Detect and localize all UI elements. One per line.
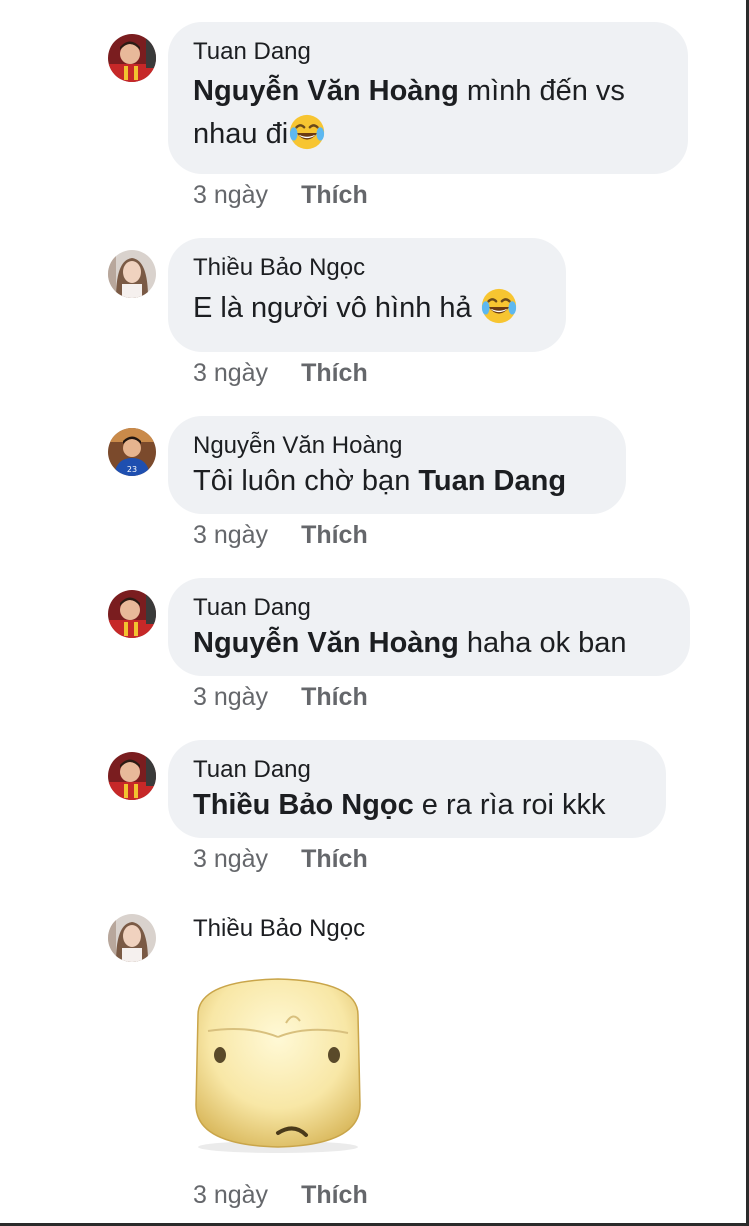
comment-author[interactable]: Tuan Dang	[193, 37, 663, 67]
comment-bubble: Tuan Dang Nguyễn Văn Hoàng haha ok ban	[168, 578, 690, 676]
avatar[interactable]	[108, 34, 156, 82]
comment-text-segment: e ra rìa roi kkk	[413, 789, 606, 821]
comment-meta: 3 ngày Thích	[193, 1180, 368, 1210]
like-button[interactable]: Thích	[301, 844, 368, 874]
avatar[interactable]	[108, 250, 156, 298]
comment-text: Nguyễn Văn Hoàng haha ok ban	[193, 623, 665, 663]
like-button[interactable]: Thích	[301, 358, 368, 388]
comment-text: Tôi luôn chờ bạn Tuan Dang	[193, 461, 601, 501]
mention-link[interactable]: Tuan Dang	[418, 465, 566, 497]
comment-meta: 3 ngày Thích	[193, 844, 368, 874]
comment-bubble: Nguyễn Văn Hoàng Tôi luôn chờ bạn Tuan D…	[168, 416, 626, 514]
avatar-photo-icon	[108, 752, 156, 800]
comment-author[interactable]: Thiều Bảo Ngọc	[193, 914, 365, 944]
comment-text: E là người vô hình hả	[193, 287, 541, 328]
comment-text-segment: Tôi luôn chờ bạn	[193, 465, 419, 497]
avatar-photo-icon: 23	[108, 428, 156, 476]
avatar-photo-icon	[108, 914, 156, 962]
avatar[interactable]: 23	[108, 428, 156, 476]
comment-meta: 3 ngày Thích	[193, 180, 368, 210]
comment-author[interactable]: Thiều Bảo Ngọc	[193, 253, 541, 283]
comment-author[interactable]: Tuan Dang	[193, 593, 665, 623]
mention-link[interactable]: Nguyễn Văn Hoàng	[193, 627, 459, 659]
avatar-photo-icon	[108, 250, 156, 298]
like-button[interactable]: Thích	[301, 520, 368, 550]
comment-timestamp[interactable]: 3 ngày	[193, 1180, 268, 1210]
comment-timestamp[interactable]: 3 ngày	[193, 844, 268, 874]
comment-text-segment: haha ok ban	[458, 627, 627, 659]
face-with-tears-of-joy-icon	[290, 114, 325, 150]
comment-timestamp[interactable]: 3 ngày	[193, 180, 268, 210]
comment-text: Nguyễn Văn Hoàng mình đến vs	[193, 71, 663, 111]
mention-link[interactable]: Nguyễn Văn Hoàng	[193, 75, 459, 107]
avatar[interactable]	[108, 752, 156, 800]
avatar[interactable]	[108, 914, 156, 962]
comment-meta: 3 ngày Thích	[193, 358, 368, 388]
avatar-photo-icon	[108, 590, 156, 638]
comment-bubble: Tuan Dang Nguyễn Văn Hoàng mình đến vs n…	[168, 22, 688, 174]
svg-text:23: 23	[127, 465, 137, 474]
like-button[interactable]: Thích	[301, 1180, 368, 1210]
comment-timestamp[interactable]: 3 ngày	[193, 358, 268, 388]
comment-bubble: Tuan Dang Thiều Bảo Ngọc e ra rìa roi kk…	[168, 740, 666, 838]
like-button[interactable]: Thích	[301, 180, 368, 210]
face-with-tears-of-joy-icon	[481, 288, 516, 324]
worried-face-sticker[interactable]	[178, 975, 378, 1155]
comment-text-segment: nhau đi	[193, 118, 289, 150]
comment-text-segment: mình đến vs	[458, 75, 625, 107]
comment-author[interactable]: Nguyễn Văn Hoàng	[193, 431, 601, 461]
comment-meta: 3 ngày Thích	[193, 682, 368, 712]
comment-timestamp[interactable]: 3 ngày	[193, 682, 268, 712]
comment-timestamp[interactable]: 3 ngày	[193, 520, 268, 550]
comment-text-line: nhau đi	[193, 113, 663, 154]
comment-bubble: Thiều Bảo Ngọc E là người vô hình hả	[168, 238, 566, 352]
avatar-photo-icon	[108, 34, 156, 82]
comment-text-segment: E là người vô hình hả	[193, 292, 480, 324]
comment-author[interactable]: Tuan Dang	[193, 755, 641, 785]
like-button[interactable]: Thích	[301, 682, 368, 712]
comment-meta: 3 ngày Thích	[193, 520, 368, 550]
comment-text: Thiều Bảo Ngọc e ra rìa roi kkk	[193, 785, 641, 825]
mention-link[interactable]: Thiều Bảo Ngọc	[193, 789, 414, 821]
avatar[interactable]	[108, 590, 156, 638]
